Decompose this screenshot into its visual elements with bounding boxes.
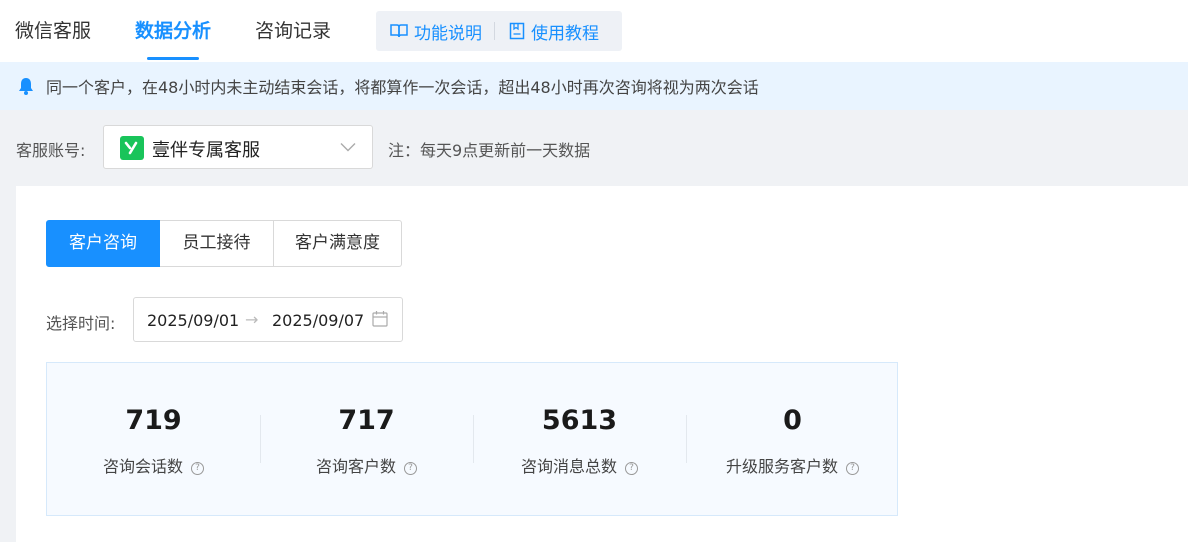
account-label: 客服账号: — [16, 141, 86, 160]
update-note: 注：每天9点更新前一天数据 — [388, 141, 591, 160]
tutorial-link[interactable]: 使用教程 — [495, 11, 599, 51]
tutorial-label: 使用教程 — [531, 23, 599, 44]
date-start[interactable]: 2025/09/01 — [147, 311, 239, 330]
feature-description-label: 功能说明 — [414, 23, 482, 44]
help-links: 功能说明 使用教程 — [376, 11, 622, 51]
stat-label-wrap: 咨询会话数? — [47, 453, 260, 477]
segment-tabs: 客户咨询 员工接待 客户满意度 — [46, 220, 402, 267]
account-select[interactable]: 壹伴专属客服 — [103, 125, 373, 169]
stat-value: 0 — [783, 405, 802, 436]
segment-customer-consult[interactable]: 客户咨询 — [46, 220, 160, 267]
yiban-logo-icon — [124, 141, 138, 155]
notice-bar: 同一个客户，在48小时内未主动结束会话，将都算作一次会话，超出48小时再次咨询将… — [0, 62, 1188, 110]
date-end[interactable]: 2025/09/07 — [272, 311, 364, 330]
main-panel: 客户咨询 员工接待 客户满意度 选择时间: 2025/09/01 → 2025/… — [16, 186, 1188, 542]
top-nav: 微信客服 数据分析 咨询记录 功能说明 使用教程 — [0, 0, 1188, 62]
stat-consult-customers: 717 咨询客户数? — [260, 363, 473, 515]
account-selected-value: 壹伴专属客服 — [152, 140, 260, 161]
tab-data-analysis[interactable]: 数据分析 — [135, 0, 211, 62]
chevron-down-icon — [340, 143, 356, 152]
tab-wechat-service[interactable]: 微信客服 — [15, 0, 91, 62]
notice-text: 同一个客户，在48小时内未主动结束会话，将都算作一次会话，超出48小时再次咨询将… — [46, 78, 759, 97]
stat-value: 719 — [125, 405, 182, 436]
stat-value: 717 — [338, 405, 395, 436]
stat-label: 咨询客户数 — [315, 457, 396, 476]
tab-consult-records[interactable]: 咨询记录 — [255, 0, 331, 62]
stat-total-messages: 5613 咨询消息总数? — [473, 363, 686, 515]
help-icon[interactable]: ? — [404, 462, 417, 475]
stat-label-wrap: 升级服务客户数? — [686, 453, 899, 477]
stat-label: 咨询消息总数 — [520, 457, 617, 476]
help-icon[interactable]: ? — [191, 462, 204, 475]
stat-consult-sessions: 719 咨询会话数? — [47, 363, 260, 515]
stat-label-wrap: 咨询消息总数? — [473, 453, 686, 477]
book-icon — [390, 24, 408, 38]
date-range-picker[interactable]: 2025/09/01 → 2025/09/07 — [133, 297, 403, 342]
stats-card: 719 咨询会话数? 717 咨询客户数? 5613 咨询消息总数? 0 升级服… — [46, 362, 898, 516]
stat-label-wrap: 咨询客户数? — [260, 453, 473, 477]
calendar-icon — [372, 311, 388, 327]
feature-description-link[interactable]: 功能说明 — [376, 11, 482, 51]
stat-label: 咨询会话数 — [102, 457, 183, 476]
help-icon[interactable]: ? — [846, 462, 859, 475]
help-icon[interactable]: ? — [625, 462, 638, 475]
stat-label: 升级服务客户数 — [725, 457, 838, 476]
range-arrow: → — [245, 310, 259, 329]
date-label: 选择时间: — [46, 314, 116, 333]
segment-customer-satisfaction[interactable]: 客户满意度 — [274, 220, 402, 267]
segment-staff-reception[interactable]: 员工接待 — [160, 220, 274, 267]
account-logo — [120, 136, 144, 160]
bell-icon — [19, 78, 33, 95]
stat-upgraded-customers: 0 升级服务客户数? — [686, 363, 899, 515]
account-row: 客服账号: 壹伴专属客服 注：每天9点更新前一天数据 — [0, 110, 1188, 186]
document-icon — [509, 22, 525, 40]
stat-value: 5613 — [541, 405, 618, 436]
